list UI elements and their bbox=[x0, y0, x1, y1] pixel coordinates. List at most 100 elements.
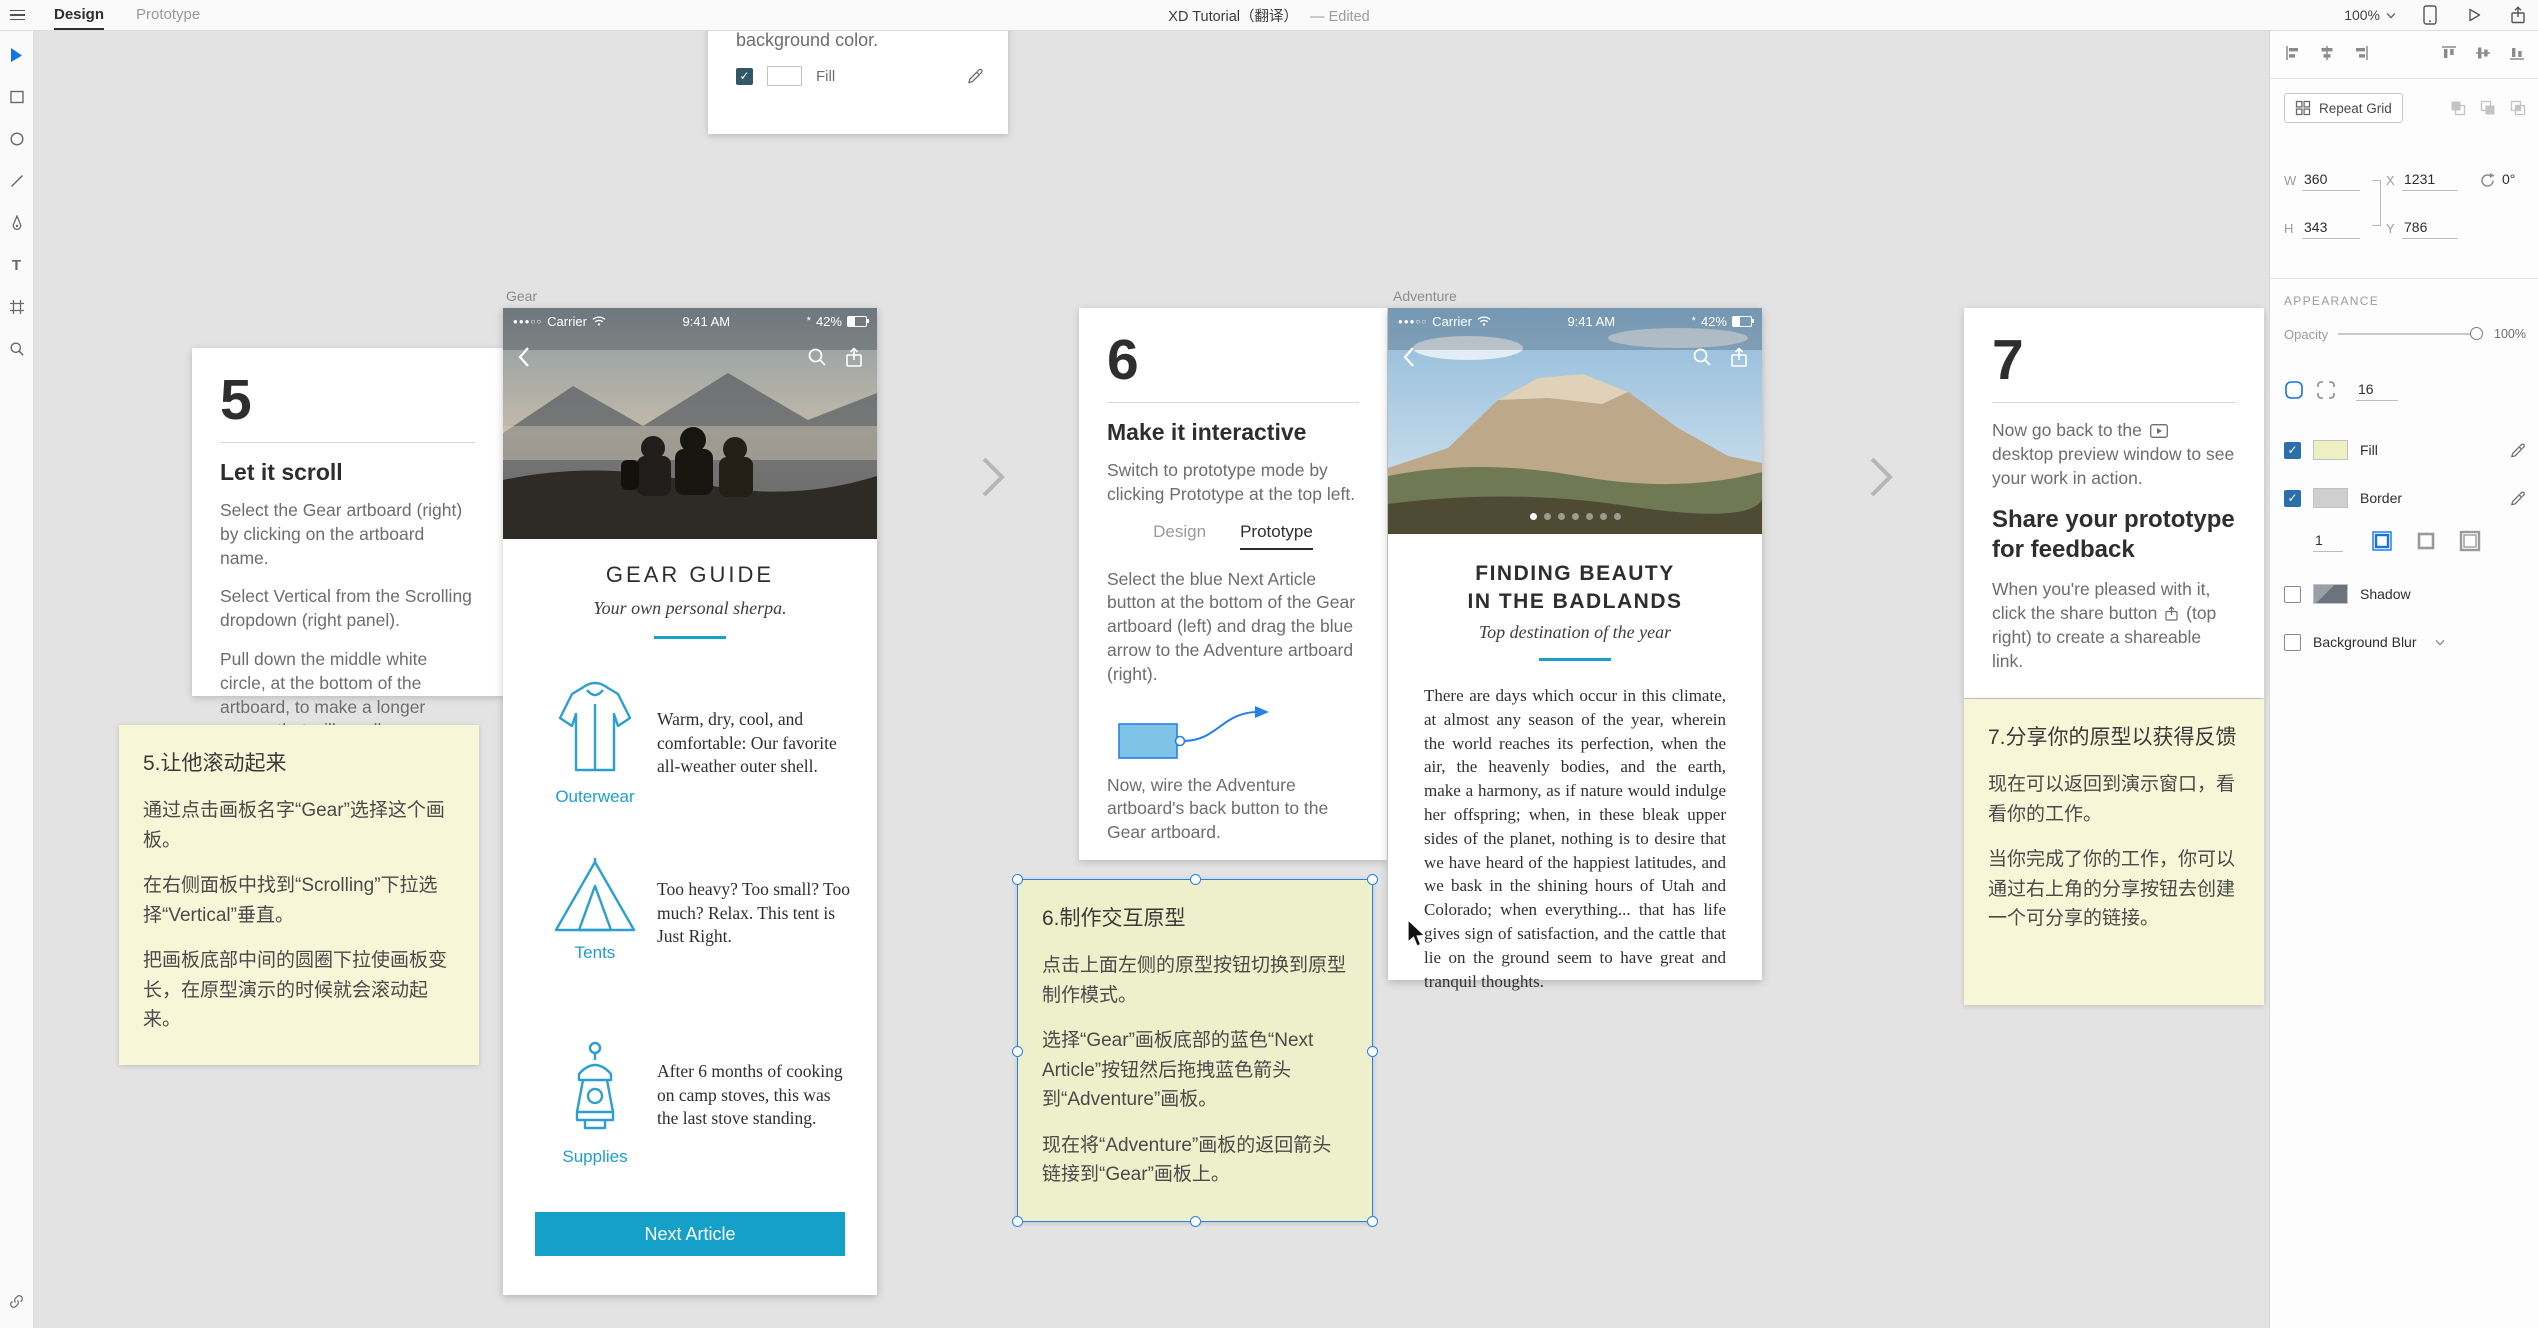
tutorial-card-4-partial[interactable]: background color. ✓ Fill bbox=[708, 30, 1008, 134]
back-chevron-icon[interactable] bbox=[517, 346, 530, 368]
shadow-swatch[interactable] bbox=[2313, 584, 2348, 604]
align-left-icon[interactable] bbox=[2284, 44, 2302, 62]
zoom-level-dropdown[interactable]: 100% bbox=[2344, 7, 2396, 23]
search-icon[interactable] bbox=[1692, 347, 1712, 367]
fill-swatch[interactable] bbox=[2313, 440, 2348, 460]
opacity-slider[interactable] bbox=[2338, 327, 2484, 340]
fill-checkbox[interactable]: ✓ bbox=[736, 67, 753, 85]
height-input[interactable]: 343 bbox=[2302, 218, 2360, 239]
artboard-icon bbox=[9, 300, 24, 314]
eyedropper-icon[interactable] bbox=[2509, 490, 2526, 507]
align-middle-vertical-icon[interactable] bbox=[2474, 44, 2492, 62]
text-tool[interactable]: T bbox=[8, 256, 26, 274]
demo-tab-design[interactable]: Design bbox=[1153, 522, 1206, 550]
border-swatch[interactable] bbox=[2313, 488, 2348, 508]
artboard-adventure[interactable]: ●●●○○ Carrier 9:41 AM * 42% FINDING BEAU… bbox=[1388, 308, 1762, 991]
sticky-note-7[interactable]: 7.分享你的原型以获得反馈 现在可以返回到演示窗口，看看你的工作。 当你完成了你… bbox=[1964, 699, 2264, 1005]
desktop-preview-button[interactable] bbox=[2464, 5, 2484, 25]
selection-handle-s[interactable] bbox=[1190, 1216, 1201, 1227]
opacity-slider-knob[interactable] bbox=[2470, 327, 2484, 340]
repeat-grid-button[interactable]: Repeat Grid bbox=[2284, 93, 2403, 123]
rotation-value[interactable]: 0° bbox=[2500, 170, 2526, 190]
tutorial-card-5[interactable]: 5 Let it scroll Select the Gear artboard… bbox=[192, 348, 503, 740]
selection-handle-sw[interactable] bbox=[1012, 1216, 1023, 1227]
sticky-note-5[interactable]: 5.让他滚动起来 通过点击画板名字“Gear”选择这个画板。 在右侧面板中找到“… bbox=[119, 725, 479, 1065]
gear-section-name[interactable]: Tents bbox=[575, 943, 616, 963]
border-width-input[interactable]: 1 bbox=[2313, 531, 2343, 552]
artboard-name-gear[interactable]: Gear bbox=[506, 288, 537, 304]
corner-radius-input[interactable]: 16 bbox=[2356, 380, 2398, 401]
artboard-gear[interactable]: ●●●○○ Carrier 9:41 AM * 42% GEAR GUIDE Y… bbox=[503, 308, 877, 1295]
independent-radius-icon[interactable] bbox=[2316, 380, 2336, 400]
artboard-name-adventure[interactable]: Adventure bbox=[1393, 288, 1457, 304]
border-inner-align-icon[interactable] bbox=[2371, 530, 2393, 552]
selection-handle-n[interactable] bbox=[1190, 874, 1201, 885]
eyedropper-icon[interactable] bbox=[966, 67, 984, 85]
demo-tab-prototype[interactable]: Prototype bbox=[1240, 522, 1313, 550]
ellipse-tool[interactable] bbox=[8, 130, 26, 148]
tab-prototype[interactable]: Prototype bbox=[136, 0, 200, 30]
boolean-subtract-icon[interactable] bbox=[2480, 100, 2496, 116]
border-center-align-icon[interactable] bbox=[2415, 530, 2437, 552]
selection-handle-w[interactable] bbox=[1012, 1045, 1023, 1057]
line-tool[interactable] bbox=[8, 172, 26, 190]
photo-carousel-dots[interactable] bbox=[1388, 513, 1762, 520]
battery-icon bbox=[846, 315, 869, 327]
select-tool[interactable] bbox=[8, 46, 26, 64]
tutorial-card-6[interactable]: 6 Make it interactive Switch to prototyp… bbox=[1079, 308, 1387, 860]
align-bottom-icon[interactable] bbox=[2508, 44, 2526, 62]
boolean-add-icon[interactable] bbox=[2450, 100, 2466, 116]
linked-assets-button[interactable] bbox=[8, 1292, 26, 1310]
share-button[interactable] bbox=[2508, 5, 2528, 25]
zoom-tool[interactable] bbox=[8, 340, 26, 358]
y-input[interactable]: 786 bbox=[2402, 218, 2458, 239]
rectangle-tool[interactable] bbox=[8, 88, 26, 106]
share-icon[interactable] bbox=[845, 346, 863, 368]
fill-row: ✓ Fill bbox=[2284, 438, 2526, 462]
share-icon[interactable] bbox=[1730, 346, 1748, 368]
fill-color-swatch[interactable] bbox=[767, 66, 802, 86]
selection-handle-e[interactable] bbox=[1367, 1045, 1378, 1057]
gear-section-name[interactable]: Outerwear bbox=[555, 787, 634, 807]
device-preview-button[interactable] bbox=[2420, 5, 2440, 25]
eyedropper-icon[interactable] bbox=[2509, 442, 2526, 459]
next-article-button[interactable]: Next Article bbox=[535, 1212, 845, 1256]
rotate-icon[interactable] bbox=[2479, 172, 2496, 189]
background-blur-row: Background Blur bbox=[2284, 630, 2526, 654]
artboard-tool[interactable] bbox=[8, 298, 26, 316]
chevron-down-icon[interactable] bbox=[2435, 639, 2445, 646]
selection-handle-se[interactable] bbox=[1367, 1216, 1378, 1227]
step-paragraph: Now, wire the Adventure artboard's back … bbox=[1107, 774, 1329, 843]
opacity-row: Opacity 100% bbox=[2284, 324, 2526, 344]
selection-handle-nw[interactable] bbox=[1012, 874, 1023, 885]
border-checkbox[interactable]: ✓ bbox=[2284, 489, 2301, 507]
align-right-icon[interactable] bbox=[2352, 44, 2370, 62]
note-paragraph: 选择“Gear”画板底部的蓝色“Next Article”按钮然后拖拽蓝色箭头到… bbox=[1042, 1030, 1314, 1111]
carrier-label: Carrier bbox=[1432, 313, 1472, 329]
uniform-radius-icon[interactable] bbox=[2284, 380, 2304, 400]
border-outer-align-icon[interactable] bbox=[2459, 530, 2481, 552]
selection-handle-ne[interactable] bbox=[1367, 874, 1378, 885]
align-center-horizontal-icon[interactable] bbox=[2318, 44, 2336, 62]
shadow-row: Shadow bbox=[2284, 582, 2526, 606]
fill-checkbox[interactable]: ✓ bbox=[2284, 441, 2301, 459]
badlands-photo-illustration bbox=[1388, 308, 1762, 534]
background-blur-checkbox[interactable] bbox=[2284, 633, 2301, 651]
tab-design[interactable]: Design bbox=[54, 0, 105, 30]
back-chevron-icon[interactable] bbox=[1402, 346, 1415, 368]
scroll-right-chevron[interactable] bbox=[979, 455, 1007, 499]
shadow-checkbox[interactable] bbox=[2284, 585, 2301, 603]
teal-divider bbox=[654, 636, 726, 639]
boolean-intersect-icon[interactable] bbox=[2510, 100, 2526, 116]
scroll-right-chevron[interactable] bbox=[1867, 455, 1895, 499]
tutorial-card-7[interactable]: 7 Now go back to the desktop preview win… bbox=[1964, 308, 2264, 698]
width-input[interactable]: 360 bbox=[2302, 170, 2360, 191]
sticky-note-6-selected[interactable]: 6.制作交互原型 点击上面左侧的原型按钮切换到原型制作模式。 选择“Gear”画… bbox=[1012, 874, 1378, 1227]
search-icon[interactable] bbox=[807, 347, 827, 367]
design-canvas[interactable]: background color. ✓ Fill 5 Let it scroll… bbox=[35, 30, 2270, 1328]
main-menu-button[interactable] bbox=[0, 0, 34, 30]
gear-section-name[interactable]: Supplies bbox=[562, 1147, 627, 1167]
x-input[interactable]: 1231 bbox=[2402, 170, 2458, 191]
pen-tool[interactable] bbox=[8, 214, 26, 232]
align-top-icon[interactable] bbox=[2440, 44, 2458, 62]
